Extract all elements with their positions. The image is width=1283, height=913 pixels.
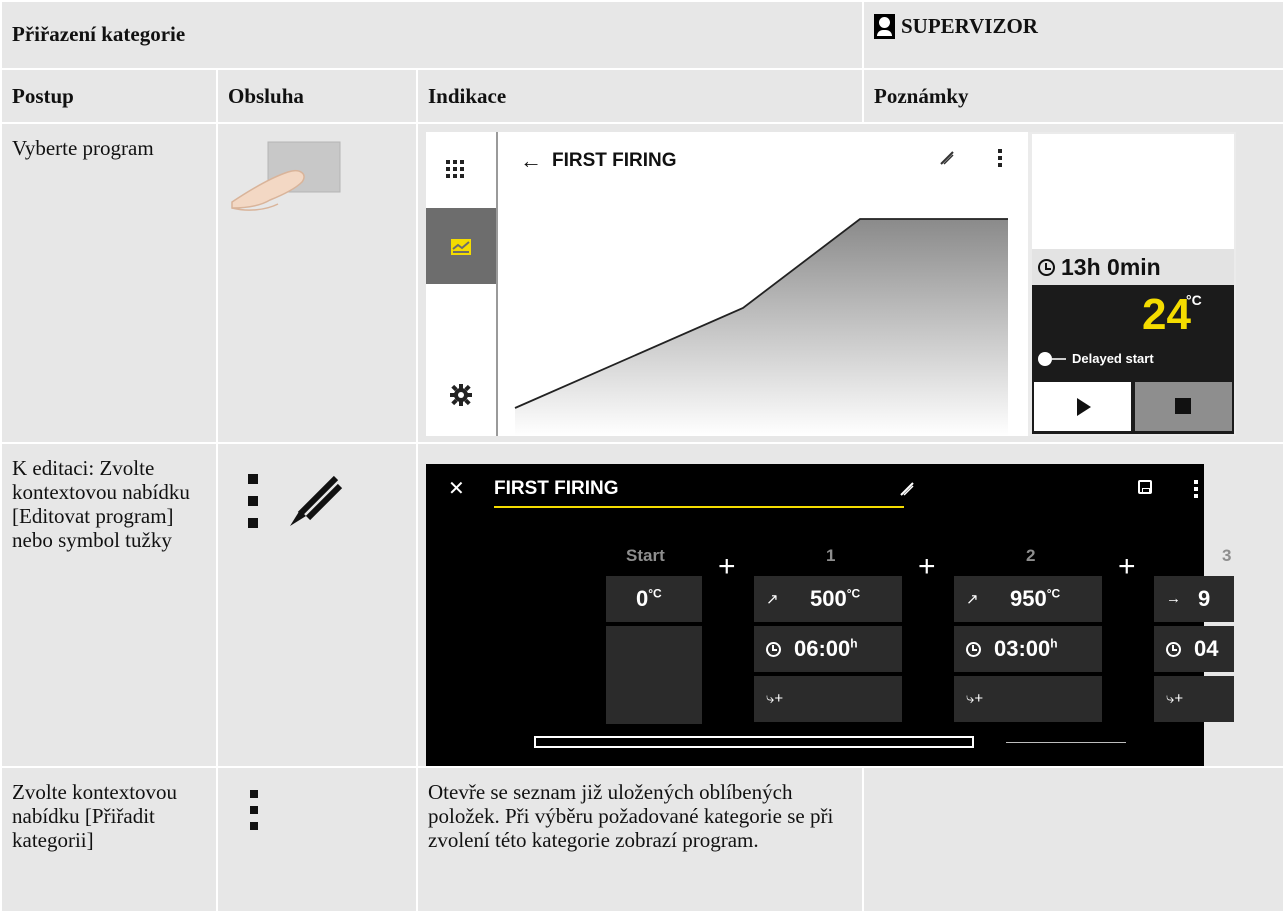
instruction-table: Přiřazení kategorie SUPERVIZOR Postup Ob… xyxy=(0,0,1283,913)
clock-icon xyxy=(1038,258,1055,276)
step-select-program: Vyberte program xyxy=(0,122,218,444)
kebab-menu-icon[interactable] xyxy=(1194,480,1198,498)
program-duration: 13h 0min xyxy=(1061,253,1161,280)
operation-cell-tap xyxy=(216,122,418,444)
display-favorites-description: Otevře se seznam již uložených oblíbenýc… xyxy=(416,766,864,913)
operation-cell-edit xyxy=(216,442,418,768)
segment-2-event-cell[interactable]: ⤷+ xyxy=(954,676,1102,722)
segment-1-time-cell[interactable]: 06:00h xyxy=(754,626,902,672)
segment-3-header: 3 xyxy=(1222,546,1232,565)
role-header: SUPERVIZOR xyxy=(862,0,1283,70)
play-icon xyxy=(1077,398,1091,416)
pencil-icon xyxy=(290,475,343,526)
gear-icon[interactable] xyxy=(450,384,472,406)
segment-2-time: 03:00 xyxy=(994,636,1051,661)
notes-empty xyxy=(862,766,1283,913)
preview-area xyxy=(1032,134,1234,249)
program-edit-screen: ✕ FIRST FIRING Start 0°C + 1 ↗ 500°C 06:… xyxy=(426,464,1234,766)
role-label: SUPERVIZOR xyxy=(901,14,1038,38)
step-edit-program: K editaci: Zvolte kontextovou nabídku [E… xyxy=(0,442,218,768)
chart-nav-item[interactable] xyxy=(426,208,496,284)
segment-3-time-cell[interactable]: 04 xyxy=(1154,626,1234,672)
chart-icon xyxy=(451,239,471,255)
segment-2-header: 2 xyxy=(1026,546,1036,565)
event-add-icon: ⤷+ xyxy=(1166,690,1184,707)
control-panel: 24 °C Delayed start xyxy=(1032,285,1234,434)
segment-scroll-track xyxy=(1006,742,1126,743)
program-chart-panel: ← FIRST FIRING xyxy=(498,132,1028,436)
program-name-field[interactable]: FIRST FIRING xyxy=(494,478,619,500)
display-screen-2-cell: ✕ FIRST FIRING Start 0°C + 1 ↗ 500°C 06:… xyxy=(416,442,1283,768)
name-field-underline xyxy=(494,506,904,508)
ramp-icon: ↗ xyxy=(766,591,779,608)
delayed-start-toggle[interactable]: Delayed start xyxy=(1038,351,1154,366)
clock-icon xyxy=(766,642,781,657)
start-temp: 0 xyxy=(636,586,649,611)
hold-icon: → xyxy=(1166,590,1181,607)
stop-icon xyxy=(1175,398,1191,414)
segment-1-event-cell[interactable]: ⤷+ xyxy=(754,676,902,722)
user-icon xyxy=(874,14,895,39)
column-header-notes: Poznámky xyxy=(862,68,1283,124)
segment-1-temp: 500 xyxy=(810,586,847,611)
clock-icon xyxy=(966,642,981,657)
start-temp-cell[interactable]: 0°C xyxy=(606,576,702,622)
side-rail xyxy=(426,132,498,436)
segment-1-temp-cell[interactable]: ↗ 500°C xyxy=(754,576,902,622)
ramp-icon: ↗ xyxy=(966,591,979,608)
column-header-display: Indikace xyxy=(416,68,864,124)
operation-cell-kebab xyxy=(216,766,418,913)
close-icon[interactable]: ✕ xyxy=(448,476,465,501)
segment-1-time: 06:00 xyxy=(794,636,851,661)
start-button[interactable] xyxy=(1034,382,1131,431)
kebab-menu-icon xyxy=(250,790,258,830)
segment-2-time-cell[interactable]: 03:00h xyxy=(954,626,1102,672)
status-panel: 13h 0min 24 °C Delayed start xyxy=(1032,134,1234,434)
display-screen-1-cell: ← FIRST FIRING 13h 0min 24 °C Delayed st… xyxy=(416,122,1283,444)
current-temperature: 24 °C xyxy=(1142,290,1202,339)
start-empty-cell xyxy=(606,626,702,724)
column-header-step: Postup xyxy=(0,68,218,124)
add-segment-plus-icon[interactable]: + xyxy=(918,552,936,582)
add-segment-plus-icon[interactable]: + xyxy=(1118,552,1136,582)
event-add-icon: ⤷+ xyxy=(966,690,984,707)
segment-2-temp-cell[interactable]: ↗ 950°C xyxy=(954,576,1102,622)
column-header-operation: Obsluha xyxy=(216,68,418,124)
pencil-icon[interactable] xyxy=(898,480,916,498)
stop-button[interactable] xyxy=(1135,382,1232,431)
start-column-header: Start xyxy=(626,546,665,565)
finger-tap-icon xyxy=(231,141,341,211)
segment-3-temp: 9 xyxy=(1198,586,1211,611)
firing-curve-area xyxy=(515,219,1008,436)
event-add-icon: ⤷+ xyxy=(766,690,784,707)
segment-2-temp: 950 xyxy=(1010,586,1047,611)
clock-icon xyxy=(1166,642,1181,657)
step-assign-category: Zvolte kontextovou nabídku [Přiřadit kat… xyxy=(0,766,218,913)
save-icon[interactable] xyxy=(1138,480,1152,494)
segment-3-temp-cell[interactable]: → 9 xyxy=(1154,576,1234,622)
kebab-menu-icon xyxy=(248,474,258,528)
segment-1-header: 1 xyxy=(826,546,836,565)
section-title: Přiřazení kategorie xyxy=(0,0,864,70)
segment-3-event-cell[interactable]: ⤷+ xyxy=(1154,676,1234,722)
duration-bar: 13h 0min xyxy=(1032,249,1234,285)
apps-grid-icon[interactable] xyxy=(446,160,464,178)
add-segment-plus-icon[interactable]: + xyxy=(718,552,736,582)
firing-curve-chart xyxy=(514,218,1008,436)
segment-scroll-thumb[interactable] xyxy=(534,736,974,748)
delayed-start-label: Delayed start xyxy=(1072,351,1154,366)
program-overview-screen: ← FIRST FIRING 13h 0min 24 °C Delayed st… xyxy=(426,132,1236,436)
temperature-unit: °C xyxy=(1186,292,1202,308)
segment-3-time: 04 xyxy=(1194,636,1219,661)
